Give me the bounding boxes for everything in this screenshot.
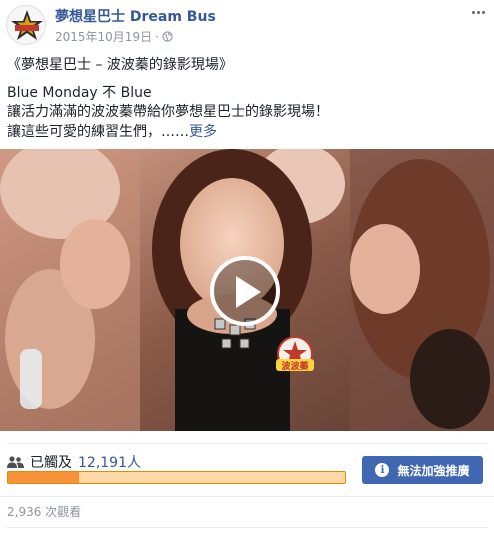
more-options-icon[interactable]: [466, 2, 490, 22]
globe-icon: [162, 31, 173, 42]
reach-prefix: 已觸及: [30, 455, 72, 471]
page-name-link[interactable]: 夢想星巴士 Dream Bus: [55, 6, 216, 26]
play-button[interactable]: [210, 256, 280, 326]
post-header: 夢想星巴士 Dream Bus 2015年10月19日 ·: [0, 0, 494, 50]
post-line-1: Blue Monday 不 Blue: [7, 84, 152, 101]
page-avatar[interactable]: [6, 5, 46, 45]
play-icon: [236, 276, 261, 308]
divider: [0, 496, 494, 497]
info-icon: i: [375, 463, 390, 477]
reach-summary: 已觸及 12,191人: [7, 452, 141, 472]
boost-post-button[interactable]: i 無法加強推廣: [362, 456, 483, 484]
meta-separator: ·: [155, 29, 159, 44]
people-icon: [7, 456, 24, 468]
reach-count-link[interactable]: 12,191人: [78, 452, 141, 472]
post-title-line: 《夢想星巴士 – 波波蓁的錄影現場》: [7, 57, 233, 73]
reach-progress-bar: [7, 471, 346, 484]
post-date[interactable]: 2015年10月19日: [55, 28, 152, 45]
view-count: 2,936 次觀看: [7, 505, 82, 519]
reach-progress-fill: [8, 472, 79, 483]
post-message: 《夢想星巴士 – 波波蓁的錄影現場》 Blue Monday 不 Blue 讓活…: [7, 56, 491, 142]
see-more-link[interactable]: 更多: [189, 124, 217, 140]
post-line-2: 讓活力滿滿的波波蓁帶給你夢想星巴士的錄影現場！: [7, 104, 329, 120]
boost-button-label: 無法加強推廣: [397, 463, 470, 478]
divider: [7, 527, 487, 528]
divider: [7, 443, 487, 444]
video-badge-text: 波波蓁: [281, 360, 309, 372]
post-line-3: 讓這些可愛的練習生們，……更多: [7, 123, 491, 143]
post-meta: 2015年10月19日 ·: [55, 28, 173, 45]
post-line-3-text: 讓這些可愛的練習生們，……: [7, 123, 189, 140]
